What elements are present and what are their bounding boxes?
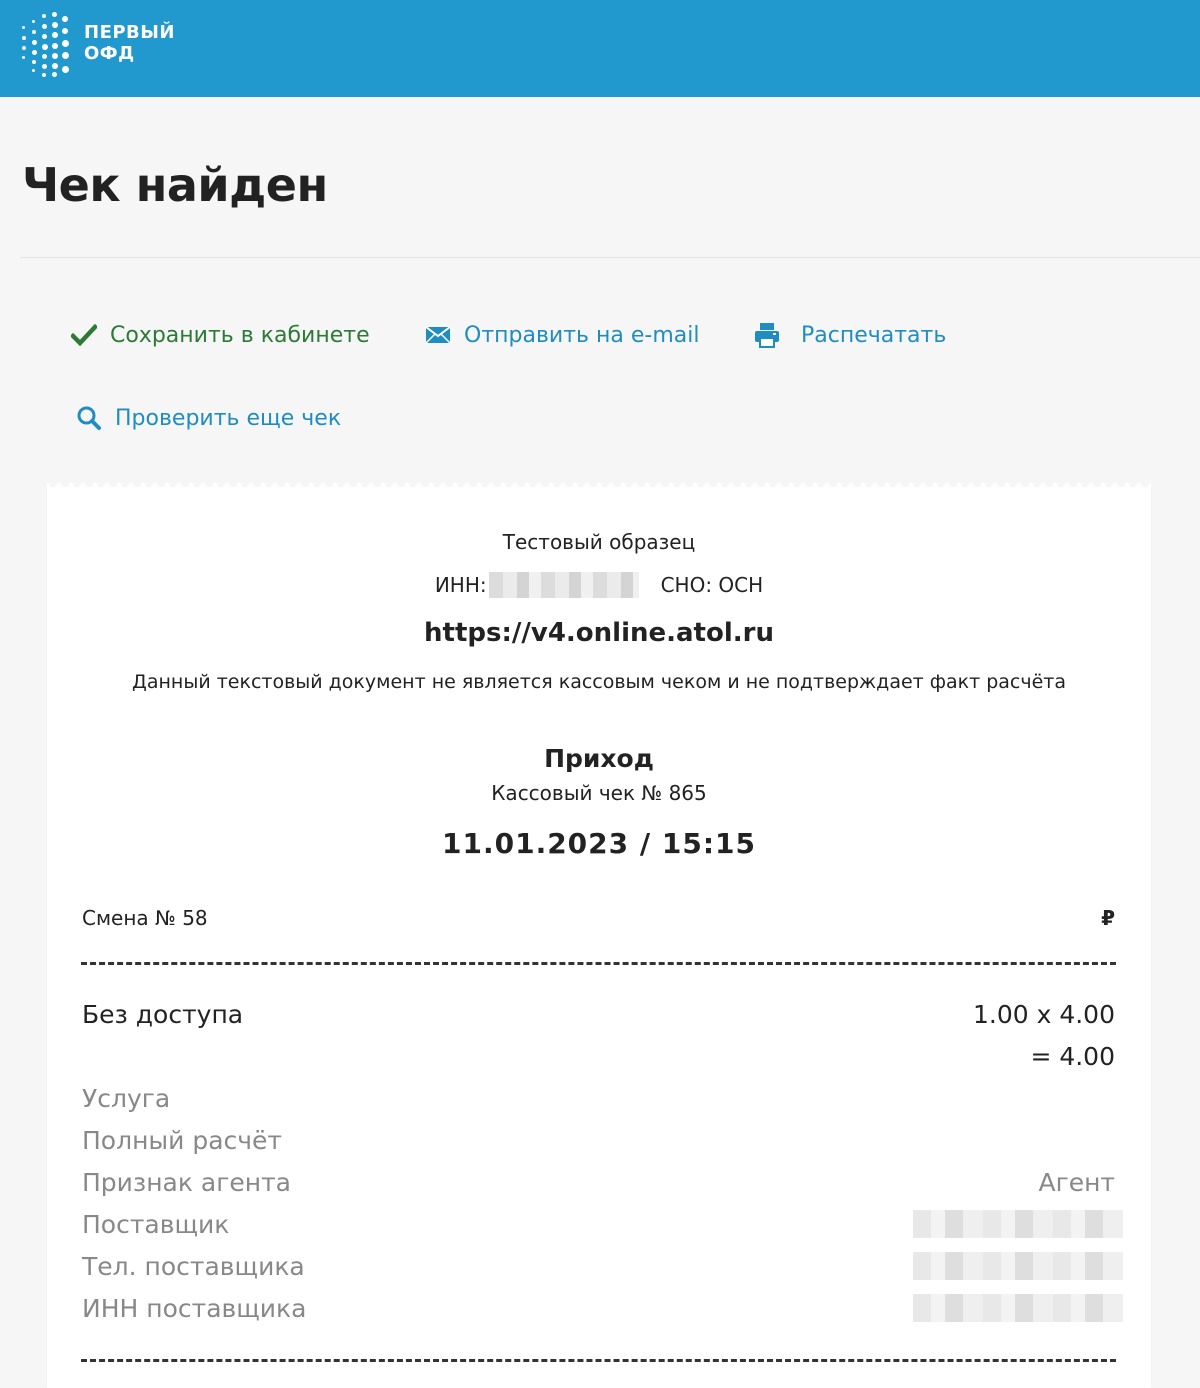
logo-line-1: ПЕРВЫЙ xyxy=(84,22,175,43)
print-button[interactable]: Распечатать xyxy=(753,321,946,349)
logo-dot xyxy=(62,40,69,47)
send-email-label: Отправить на e-mail xyxy=(464,322,700,348)
logo-dot xyxy=(62,16,68,22)
document-type: Приход xyxy=(544,744,654,773)
top-header: ПЕРВЫЙ ОФД xyxy=(0,0,1200,97)
logo-dot xyxy=(22,36,26,40)
receipt-card: Тестовый образец ИНН: СНО: ОСН https://v4… xyxy=(47,483,1151,1388)
item-name: Без доступа xyxy=(82,1000,244,1029)
page-title: Чек найден xyxy=(22,158,328,212)
logo-dot xyxy=(32,50,37,55)
receipt-datetime: 11.01.2023 / 15:15 xyxy=(442,827,756,860)
logo-dot xyxy=(52,72,57,77)
item-subject: Услуга xyxy=(82,1084,171,1113)
logo-dot xyxy=(32,20,35,23)
logo-dot xyxy=(52,12,57,17)
logo-dot xyxy=(42,73,46,77)
logo-text: ПЕРВЫЙ ОФД xyxy=(84,22,175,64)
site-url: https://v4.online.atol.ru xyxy=(424,618,774,648)
logo-dot xyxy=(22,26,25,29)
search-icon xyxy=(75,404,103,432)
logo-dot xyxy=(52,43,58,49)
item-total: = 4.00 xyxy=(1030,1042,1115,1071)
shift-number: Смена № 58 xyxy=(82,906,208,930)
envelope-icon xyxy=(424,321,452,349)
logo-dot xyxy=(52,22,58,28)
supplier-label: Поставщик xyxy=(82,1210,230,1239)
org-name: Тестовый образец xyxy=(502,530,696,554)
logo-dot xyxy=(42,34,47,39)
currency-symbol: ₽ xyxy=(1101,906,1115,930)
logo-dot xyxy=(42,24,47,29)
title-divider xyxy=(20,257,1200,258)
logo-dot xyxy=(32,30,36,34)
check-another-receipt-button[interactable]: Проверить еще чек xyxy=(75,404,341,432)
printer-icon xyxy=(753,321,781,349)
supplier-phone-label: Тел. поставщика xyxy=(82,1252,305,1281)
supplier-inn-redacted xyxy=(913,1294,1123,1322)
check-another-receipt-label: Проверить еще чек xyxy=(115,405,342,431)
supplier-inn-label: ИНН поставщика xyxy=(82,1294,307,1323)
save-to-cabinet-label: Сохранить в кабинете xyxy=(110,322,370,348)
receipt-torn-edge xyxy=(47,483,1151,491)
tax-system: СНО: ОСН xyxy=(660,573,764,597)
logo-dot xyxy=(22,46,26,50)
inn-label: ИНН: xyxy=(434,573,487,597)
checkmark-icon xyxy=(70,321,98,349)
item-quantity-price: 1.00 x 4.00 xyxy=(972,1000,1115,1029)
dashed-separator xyxy=(81,1359,1116,1362)
disclaimer: Данный текстовый документ не является ка… xyxy=(131,671,1066,693)
logo-line-2: ОФД xyxy=(84,43,135,64)
supplier-value-redacted xyxy=(913,1210,1123,1238)
logo-dot xyxy=(52,53,58,59)
logo-dot xyxy=(32,60,36,64)
logo-dot xyxy=(22,56,25,59)
logo-dot xyxy=(32,40,37,45)
logo-dot xyxy=(62,28,68,34)
logo-dot xyxy=(52,63,58,69)
logo-dot xyxy=(42,14,46,18)
save-to-cabinet-button[interactable]: Сохранить в кабинете xyxy=(70,321,370,349)
pervyi-ofd-logo[interactable]: ПЕРВЫЙ ОФД xyxy=(22,12,182,77)
logo-dot xyxy=(42,64,47,69)
logo-dot xyxy=(52,32,58,38)
print-label: Распечатать xyxy=(801,322,947,348)
logo-dot xyxy=(42,54,47,59)
inn-value-redacted xyxy=(488,572,639,598)
logo-dot xyxy=(62,52,69,59)
send-email-button[interactable]: Отправить на e-mail xyxy=(424,321,699,349)
supplier-phone-redacted xyxy=(913,1252,1123,1280)
agent-sign-value: Агент xyxy=(1038,1168,1115,1197)
item-payment-method: Полный расчёт xyxy=(82,1126,282,1155)
receipt-number: Кассовый чек № 865 xyxy=(491,781,707,805)
logo-dot xyxy=(62,66,69,73)
logo-dot xyxy=(32,69,35,72)
inn-tax-line: ИНН: СНО: ОСН xyxy=(47,572,1151,598)
agent-sign-label: Признак агента xyxy=(82,1168,291,1197)
logo-dot xyxy=(42,44,48,50)
dashed-separator xyxy=(81,962,1116,965)
logo-dots-icon xyxy=(22,12,74,77)
